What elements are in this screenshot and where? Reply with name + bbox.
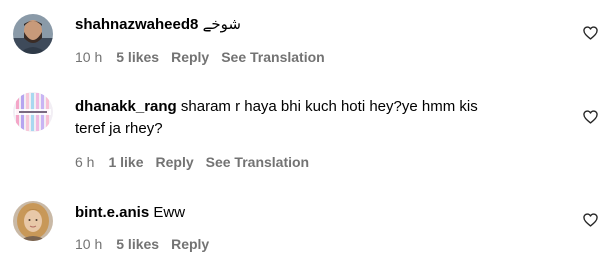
heart-outline-icon[interactable]	[583, 213, 598, 227]
comment-text-continued: teref ja rhey?	[75, 120, 163, 137]
avatar[interactable]	[13, 14, 53, 54]
rainbow-logo-avatar-icon	[13, 92, 53, 132]
comment-item: shahnazwaheed8 شوخے 10 h 5 likes Reply See …	[0, 0, 611, 80]
reply-button[interactable]: Reply	[171, 235, 209, 253]
profile-photo-man-icon	[13, 14, 53, 54]
avatar[interactable]	[13, 201, 53, 241]
comment-username[interactable]: bint.e.anis	[75, 204, 149, 221]
reply-button[interactable]: Reply	[156, 153, 194, 171]
comment-text-line: shahnazwaheed8 شوخے	[75, 14, 545, 36]
comment-username[interactable]: dhanakk_rang	[75, 98, 177, 115]
see-translation-button[interactable]: See Translation	[221, 48, 324, 66]
comment-text: شوخے	[202, 16, 241, 33]
likes-count[interactable]: 5 likes	[116, 48, 159, 66]
likes-count[interactable]: 5 likes	[116, 235, 159, 253]
comment-text-line: dhanakk_rang sharam r haya bhi kuch hoti…	[75, 96, 545, 140]
comment-meta: 10 h 5 likes Reply See Translation	[75, 48, 337, 66]
comment-timestamp[interactable]: 10 h	[75, 48, 102, 66]
comment-item: bint.e.anis Eww 10 h 5 likes Reply	[0, 180, 611, 266]
comment-text: Eww	[153, 204, 186, 221]
heart-outline-icon[interactable]	[583, 26, 598, 40]
reply-button[interactable]: Reply	[171, 48, 209, 66]
avatar[interactable]	[13, 92, 53, 132]
comment-timestamp[interactable]: 10 h	[75, 235, 102, 253]
likes-count[interactable]: 1 like	[108, 153, 143, 171]
comment-text-line: bint.e.anis Eww	[75, 202, 545, 224]
heart-outline-icon[interactable]	[583, 110, 598, 124]
comment-username[interactable]: shahnazwaheed8	[75, 16, 198, 33]
see-translation-button[interactable]: See Translation	[206, 153, 309, 171]
comment-item: dhanakk_rang sharam r haya bhi kuch hoti…	[0, 80, 611, 180]
comment-meta: 10 h 5 likes Reply	[75, 235, 221, 253]
comment-text: sharam r haya bhi kuch hoti hey?ye hmm k…	[180, 98, 478, 115]
comment-meta: 6 h 1 like Reply See Translation	[75, 153, 321, 171]
comment-timestamp[interactable]: 6 h	[75, 153, 94, 171]
profile-photo-woman-icon	[13, 201, 53, 241]
